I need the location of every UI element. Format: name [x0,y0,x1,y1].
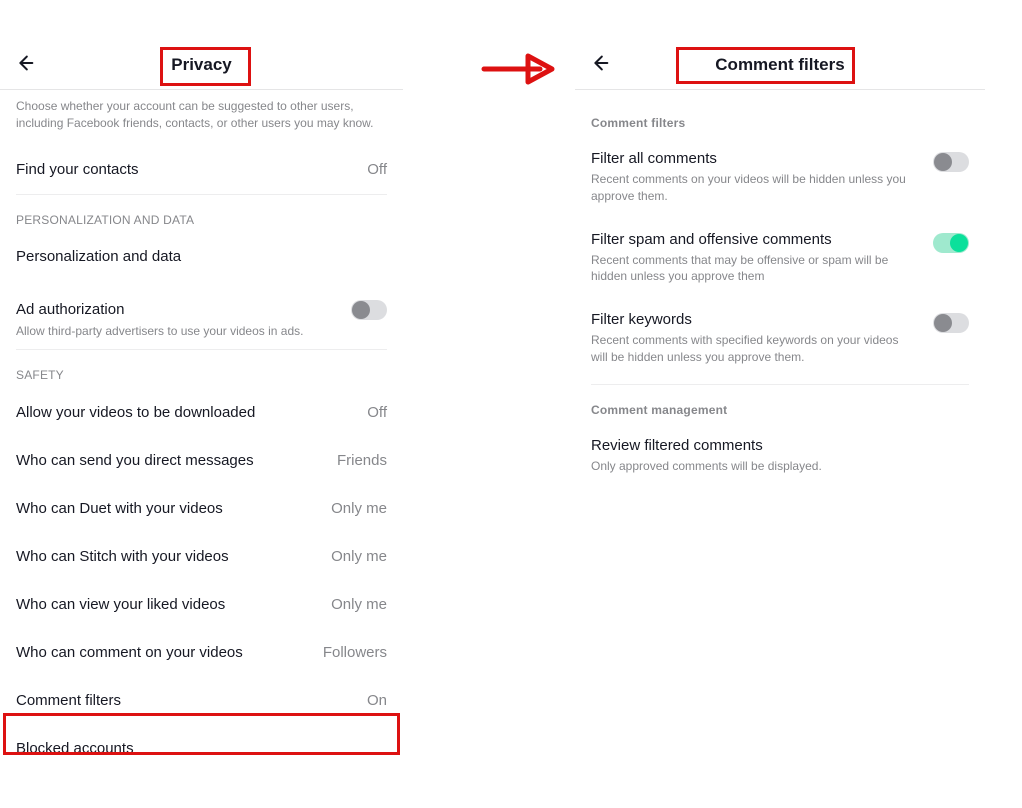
row-value: Followers [323,644,387,661]
row-label: Comment filters [16,692,121,709]
review-filtered-comments-row[interactable]: Review filtered comments Only approved c… [575,423,985,487]
section-safety: SAFETY [0,350,403,388]
filter-row: Filter keywords Recent comments with spec… [575,297,985,378]
row-value: Only me [331,596,387,613]
row-label: Who can Stitch with your videos [16,548,229,565]
row-label: Who can Duet with your videos [16,500,223,517]
safety-row[interactable]: Who can send you direct messages Friends [0,436,403,484]
row-label: Allow your videos to be downloaded [16,404,255,421]
ad-authorization-row[interactable]: Ad authorization [0,281,403,329]
filter-toggle[interactable] [933,313,969,333]
safety-row[interactable]: Who can Duet with your videos Only me [0,484,403,532]
back-arrow-icon[interactable] [589,52,611,79]
safety-row[interactable]: Comment filters On [0,676,403,724]
row-label: Who can send you direct messages [16,452,254,469]
comment-filters-screen: Comment filters Comment filters Filter a… [575,40,985,487]
filter-label: Filter keywords [591,311,917,328]
filter-label: Filter spam and offensive comments [591,231,917,248]
row-label: Blocked accounts [16,740,134,757]
filter-row: Filter all comments Recent comments on yo… [575,136,985,217]
find-contacts-value: Off [367,161,387,178]
find-contacts-label: Find your contacts [16,161,139,178]
safety-row[interactable]: Who can comment on your videos Followers [0,628,403,676]
safety-row[interactable]: Who can Stitch with your videos Only me [0,532,403,580]
find-contacts-row[interactable]: Find your contacts Off [0,146,403,194]
personalization-row[interactable]: Personalization and data [0,233,403,281]
personalization-label: Personalization and data [16,248,181,265]
comment-filters-header: Comment filters [575,40,985,90]
filter-row: Filter spam and offensive comments Recent… [575,217,985,298]
section-comment-filters: Comment filters [575,90,985,136]
filter-desc: Recent comments with specified keywords … [591,332,917,366]
privacy-header: Privacy [0,40,403,90]
privacy-title: Privacy [171,55,232,75]
section-comment-management: Comment management [575,385,985,423]
row-value: Only me [331,548,387,565]
section-personalization: PERSONALIZATION AND DATA [0,195,403,233]
row-value: Off [367,404,387,421]
ad-authorization-desc: Allow third-party advertisers to use you… [0,323,403,350]
comment-filters-title: Comment filters [715,55,844,75]
ad-authorization-label: Ad authorization [16,301,124,318]
back-arrow-icon[interactable] [14,52,36,79]
review-filtered-comments-label: Review filtered comments [591,437,969,454]
row-value: Friends [337,452,387,469]
row-label: Who can comment on your videos [16,644,243,661]
filter-toggle[interactable] [933,233,969,253]
review-filtered-comments-desc: Only approved comments will be displayed… [591,458,921,475]
row-value: Only me [331,500,387,517]
suggest-helper-text: Choose whether your account can be sugge… [0,90,403,146]
filter-desc: Recent comments that may be offensive or… [591,252,917,286]
filter-toggle[interactable] [933,152,969,172]
row-label: Who can view your liked videos [16,596,225,613]
safety-row[interactable]: Who can view your liked videos Only me [0,580,403,628]
ad-authorization-toggle[interactable] [351,300,387,320]
row-value: On [367,692,387,709]
filter-desc: Recent comments on your videos will be h… [591,171,917,205]
filter-label: Filter all comments [591,150,917,167]
annotation-arrow-icon [480,52,558,91]
safety-row[interactable]: Blocked accounts [0,724,403,772]
safety-row[interactable]: Allow your videos to be downloaded Off [0,388,403,436]
privacy-screen: Privacy Choose whether your account can … [0,40,403,772]
